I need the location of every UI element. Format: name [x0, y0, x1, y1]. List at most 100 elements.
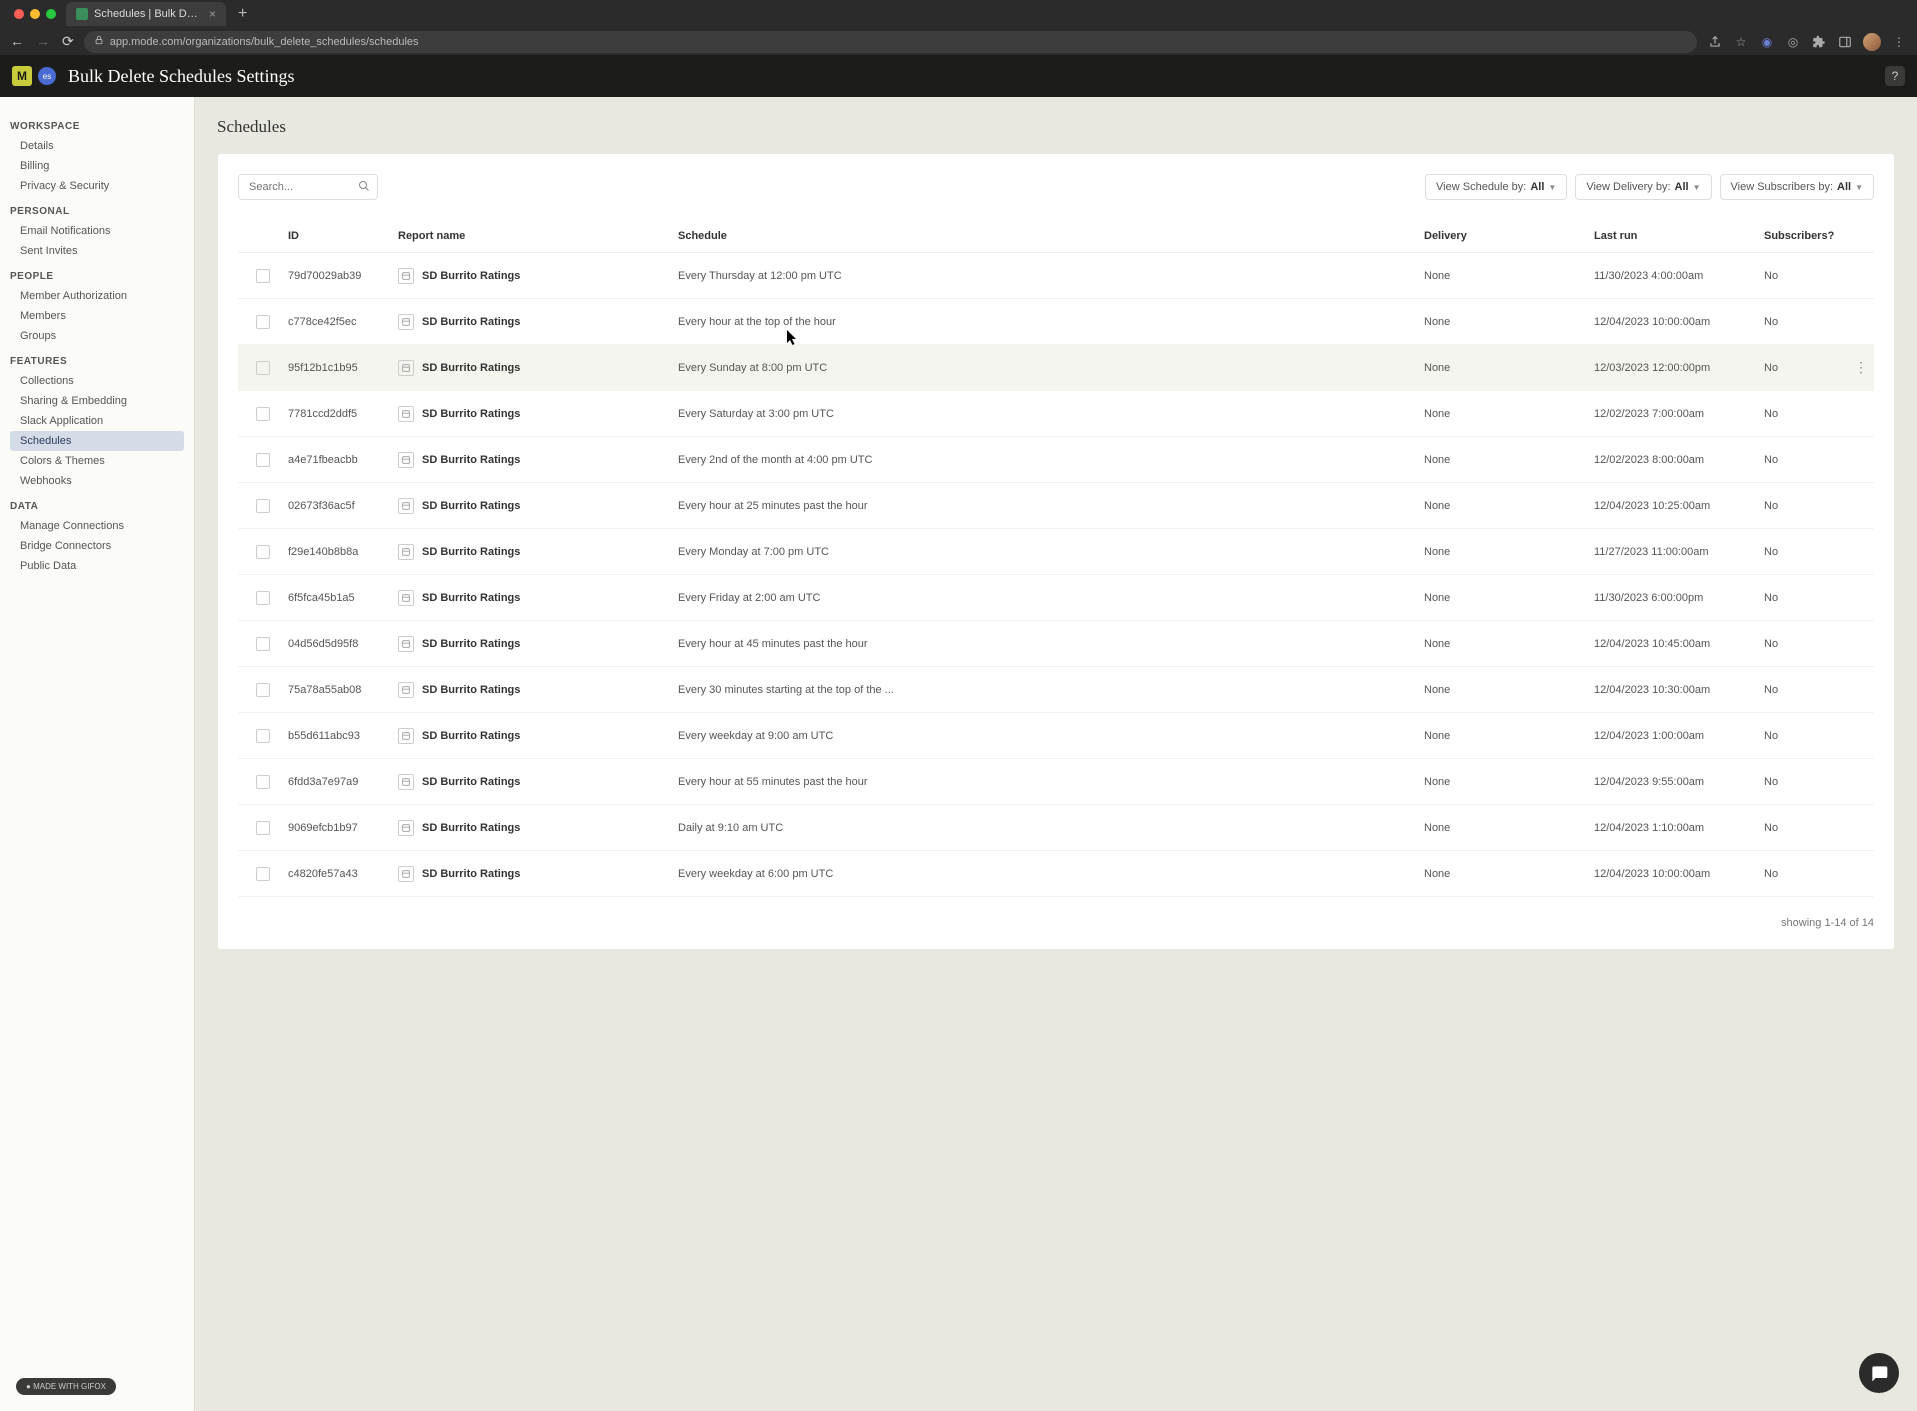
sidebar-item-public-data[interactable]: Public Data	[10, 556, 184, 576]
extension-icon-1[interactable]: ◉	[1759, 34, 1775, 50]
row-checkbox[interactable]	[256, 637, 270, 651]
row-checkbox[interactable]	[256, 591, 270, 605]
cell-report[interactable]: SD Burrito Ratings	[398, 590, 678, 606]
new-tab-button[interactable]: +	[238, 5, 247, 23]
cell-report[interactable]: SD Burrito Ratings	[398, 866, 678, 882]
table-row[interactable]: f29e140b8b8aSD Burrito RatingsEvery Mond…	[238, 529, 1874, 575]
table-row[interactable]: b55d611abc93SD Burrito RatingsEvery week…	[238, 713, 1874, 759]
profile-avatar[interactable]	[1863, 33, 1881, 51]
help-button[interactable]: ?	[1885, 66, 1905, 86]
table-row[interactable]: c4820fe57a43SD Burrito RatingsEvery week…	[238, 851, 1874, 897]
report-name: SD Burrito Ratings	[422, 592, 520, 604]
table-row[interactable]: 6f5fca45b1a5SD Burrito RatingsEvery Frid…	[238, 575, 1874, 621]
row-checkbox[interactable]	[256, 315, 270, 329]
sidebar-item-email-notifications[interactable]: Email Notifications	[10, 221, 184, 241]
share-icon[interactable]	[1707, 34, 1723, 50]
row-checkbox[interactable]	[256, 499, 270, 513]
browser-menu-icon[interactable]: ⋮	[1891, 34, 1907, 50]
col-last-run[interactable]: Last run	[1594, 230, 1764, 242]
sidebar-item-sharing-embedding[interactable]: Sharing & Embedding	[10, 391, 184, 411]
col-delivery[interactable]: Delivery	[1424, 230, 1594, 242]
table-row[interactable]: 79d70029ab39SD Burrito RatingsEvery Thur…	[238, 253, 1874, 299]
panel-icon[interactable]	[1837, 34, 1853, 50]
cell-report[interactable]: SD Burrito Ratings	[398, 314, 678, 330]
nav-reload-icon[interactable]: ⟳	[62, 33, 74, 50]
sidebar-item-webhooks[interactable]: Webhooks	[10, 471, 184, 491]
sidebar-item-sent-invites[interactable]: Sent Invites	[10, 241, 184, 261]
cell-report[interactable]: SD Burrito Ratings	[398, 452, 678, 468]
row-checkbox[interactable]	[256, 775, 270, 789]
row-checkbox[interactable]	[256, 821, 270, 835]
extensions-puzzle-icon[interactable]	[1811, 34, 1827, 50]
sidebar-item-privacy-security[interactable]: Privacy & Security	[10, 176, 184, 196]
table-row[interactable]: c778ce42f5ecSD Burrito RatingsEvery hour…	[238, 299, 1874, 345]
row-menu-icon[interactable]: ⋮	[1854, 359, 1874, 376]
sidebar-item-schedules[interactable]: Schedules	[10, 431, 184, 451]
table-row[interactable]: 02673f36ac5fSD Burrito RatingsEvery hour…	[238, 483, 1874, 529]
sidebar-item-details[interactable]: Details	[10, 136, 184, 156]
sidebar-item-collections[interactable]: Collections	[10, 371, 184, 391]
bookmark-icon[interactable]: ☆	[1733, 34, 1749, 50]
window-minimize[interactable]	[30, 9, 40, 19]
app-header: M es Bulk Delete Schedules Settings ?	[0, 55, 1917, 97]
filter-schedule-button[interactable]: View Schedule by: All ▼	[1425, 174, 1567, 200]
table-row[interactable]: 7781ccd2ddf5SD Burrito RatingsEvery Satu…	[238, 391, 1874, 437]
table-row[interactable]: 6fdd3a7e97a9SD Burrito RatingsEvery hour…	[238, 759, 1874, 805]
sidebar-item-groups[interactable]: Groups	[10, 326, 184, 346]
table-row[interactable]: a4e71fbeacbbSD Burrito RatingsEvery 2nd …	[238, 437, 1874, 483]
col-subscribers[interactable]: Subscribers?	[1764, 230, 1854, 242]
table-row[interactable]: 95f12b1c1b95SD Burrito RatingsEvery Sund…	[238, 345, 1874, 391]
search-input[interactable]	[238, 174, 378, 200]
col-report[interactable]: Report name	[398, 230, 678, 242]
cell-report[interactable]: SD Burrito Ratings	[398, 268, 678, 284]
sidebar-section-personal: PERSONAL	[10, 206, 184, 217]
report-name: SD Burrito Ratings	[422, 454, 520, 466]
window-maximize[interactable]	[46, 9, 56, 19]
cell-report[interactable]: SD Burrito Ratings	[398, 498, 678, 514]
cell-report[interactable]: SD Burrito Ratings	[398, 636, 678, 652]
sidebar-item-member-authorization[interactable]: Member Authorization	[10, 286, 184, 306]
row-checkbox[interactable]	[256, 361, 270, 375]
row-checkbox[interactable]	[256, 729, 270, 743]
cell-report[interactable]: SD Burrito Ratings	[398, 820, 678, 836]
row-checkbox[interactable]	[256, 407, 270, 421]
sidebar-item-billing[interactable]: Billing	[10, 156, 184, 176]
window-close[interactable]	[14, 9, 24, 19]
row-checkbox[interactable]	[256, 269, 270, 283]
col-schedule[interactable]: Schedule	[678, 230, 1424, 242]
col-id[interactable]: ID	[288, 230, 398, 242]
sidebar-item-members[interactable]: Members	[10, 306, 184, 326]
cell-report[interactable]: SD Burrito Ratings	[398, 406, 678, 422]
cell-report[interactable]: SD Burrito Ratings	[398, 728, 678, 744]
table-row[interactable]: 75a78a55ab08SD Burrito RatingsEvery 30 m…	[238, 667, 1874, 713]
report-icon	[398, 406, 414, 422]
nav-forward-icon[interactable]: →	[36, 33, 50, 50]
row-checkbox[interactable]	[256, 867, 270, 881]
app-logo[interactable]: M es	[12, 66, 56, 86]
browser-chrome: Schedules | Bulk Delete Sched... × + ← →…	[0, 0, 1917, 55]
row-checkbox[interactable]	[256, 453, 270, 467]
tab-close-icon[interactable]: ×	[209, 7, 216, 21]
filter-delivery-button[interactable]: View Delivery by: All ▼	[1575, 174, 1711, 200]
table-row[interactable]: 9069efcb1b97SD Burrito RatingsDaily at 9…	[238, 805, 1874, 851]
cell-subscribers: No	[1764, 454, 1854, 466]
row-checkbox[interactable]	[256, 545, 270, 559]
cell-report[interactable]: SD Burrito Ratings	[398, 682, 678, 698]
cell-subscribers: No	[1764, 270, 1854, 282]
cell-report[interactable]: SD Burrito Ratings	[398, 774, 678, 790]
sidebar-item-colors-themes[interactable]: Colors & Themes	[10, 451, 184, 471]
sidebar-item-slack-application[interactable]: Slack Application	[10, 411, 184, 431]
cell-report[interactable]: SD Burrito Ratings	[398, 544, 678, 560]
sidebar-item-manage-connections[interactable]: Manage Connections	[10, 516, 184, 536]
filter-subscribers-button[interactable]: View Subscribers by: All ▼	[1720, 174, 1875, 200]
cell-id: a4e71fbeacbb	[288, 454, 398, 466]
nav-back-icon[interactable]: ←	[10, 33, 24, 50]
table-row[interactable]: 04d56d5d95f8SD Burrito RatingsEvery hour…	[238, 621, 1874, 667]
row-checkbox[interactable]	[256, 683, 270, 697]
extension-icon-2[interactable]: ◎	[1785, 34, 1801, 50]
cell-report[interactable]: SD Burrito Ratings	[398, 360, 678, 376]
browser-tab[interactable]: Schedules | Bulk Delete Sched... ×	[66, 2, 226, 26]
sidebar-item-bridge-connectors[interactable]: Bridge Connectors	[10, 536, 184, 556]
intercom-launcher[interactable]	[1859, 1353, 1899, 1393]
url-field[interactable]: app.mode.com/organizations/bulk_delete_s…	[84, 31, 1697, 53]
